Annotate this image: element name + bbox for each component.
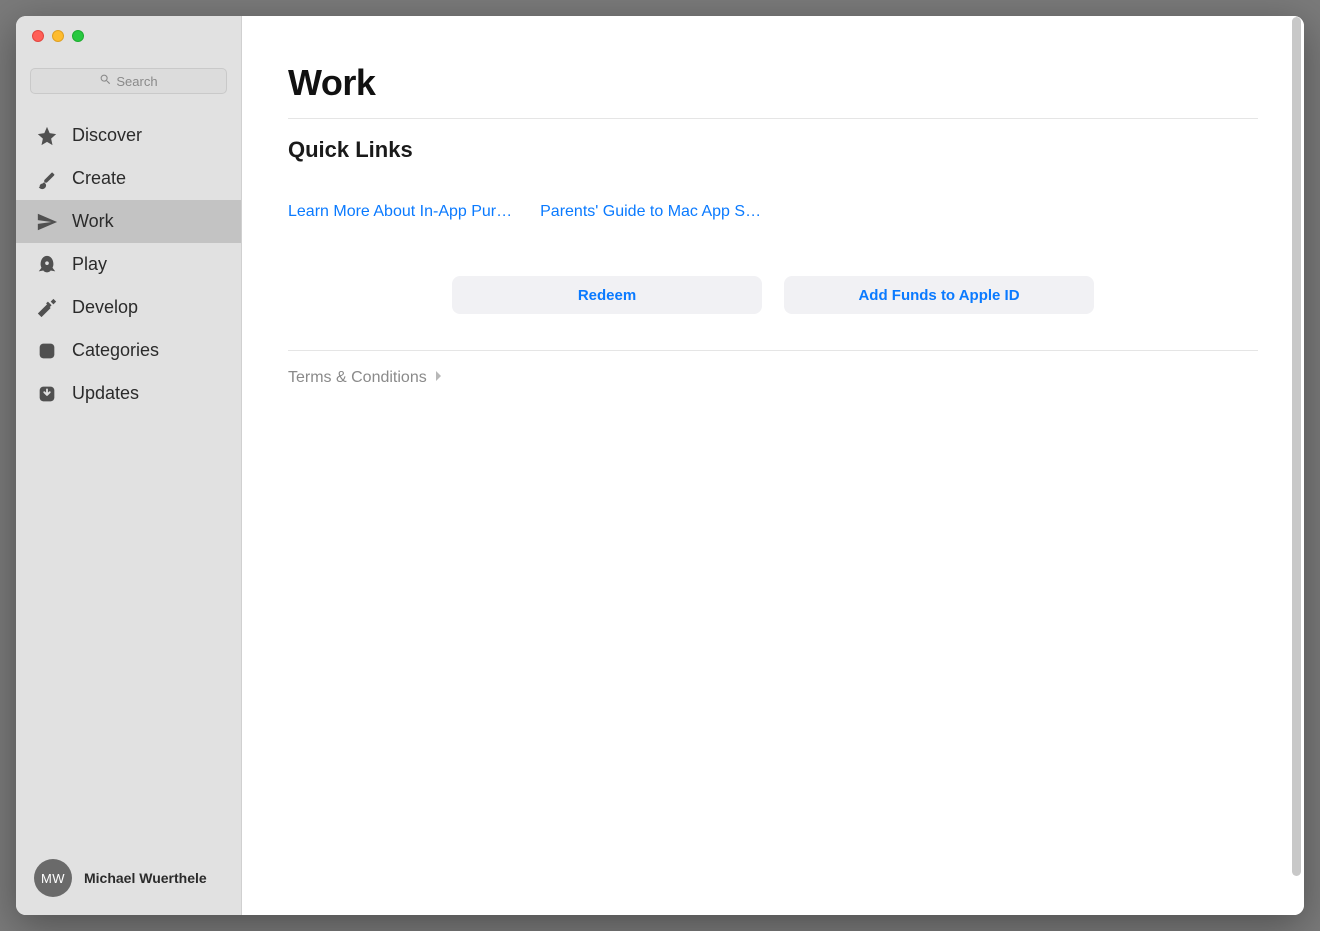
sidebar-item-label: Work (72, 211, 114, 232)
paper-plane-icon (36, 211, 58, 233)
action-button-row: Redeem Add Funds to Apple ID (288, 276, 1258, 314)
quick-link-inapp[interactable]: Learn More About In-App Pur… (288, 203, 512, 221)
avatar: MW (34, 859, 72, 897)
quick-links-title: Quick Links (288, 137, 1258, 163)
sidebar-item-label: Create (72, 168, 126, 189)
minimize-window-button[interactable] (52, 30, 64, 42)
quick-links-row: Learn More About In-App Pur… Parents' Gu… (288, 203, 1258, 221)
star-icon (36, 125, 58, 147)
sidebar-item-label: Develop (72, 297, 138, 318)
sidebar-item-create[interactable]: Create (16, 157, 241, 200)
sidebar-item-label: Discover (72, 125, 142, 146)
sidebar: Search Discover Create Work (16, 16, 242, 915)
sidebar-nav: Discover Create Work Play (16, 104, 241, 845)
scrollbar-thumb[interactable] (1292, 17, 1301, 876)
page-title: Work (288, 62, 1258, 104)
chevron-right-icon (435, 369, 443, 387)
window-controls (16, 16, 241, 56)
terms-link[interactable]: Terms & Conditions (288, 369, 443, 387)
sidebar-item-work[interactable]: Work (16, 200, 241, 243)
quick-link-parents-guide[interactable]: Parents' Guide to Mac App St… (540, 203, 765, 221)
hammer-icon (36, 297, 58, 319)
sidebar-item-updates[interactable]: Updates (16, 372, 241, 415)
search-input[interactable]: Search (30, 68, 227, 94)
sidebar-item-label: Updates (72, 383, 139, 404)
search-container: Search (16, 56, 241, 104)
search-icon (99, 73, 112, 89)
sidebar-item-categories[interactable]: Categories (16, 329, 241, 372)
search-placeholder: Search (116, 74, 157, 89)
sidebar-item-play[interactable]: Play (16, 243, 241, 286)
sidebar-item-label: Categories (72, 340, 159, 361)
scrollbar[interactable] (1290, 17, 1303, 876)
sidebar-item-develop[interactable]: Develop (16, 286, 241, 329)
maximize-window-button[interactable] (72, 30, 84, 42)
app-window: Search Discover Create Work (16, 16, 1304, 915)
sidebar-item-label: Play (72, 254, 107, 275)
divider (288, 350, 1258, 351)
terms-label: Terms & Conditions (288, 369, 427, 387)
redeem-button[interactable]: Redeem (452, 276, 762, 314)
add-funds-button[interactable]: Add Funds to Apple ID (784, 276, 1094, 314)
user-account-button[interactable]: MW Michael Wuerthele (16, 845, 241, 915)
sidebar-item-discover[interactable]: Discover (16, 114, 241, 157)
main-content: Work Quick Links Learn More About In-App… (242, 16, 1304, 915)
grid-icon (36, 340, 58, 362)
brush-icon (36, 168, 58, 190)
user-name-label: Michael Wuerthele (84, 870, 207, 886)
rocket-icon (36, 254, 58, 276)
download-icon (36, 383, 58, 405)
close-window-button[interactable] (32, 30, 44, 42)
divider (288, 118, 1258, 119)
